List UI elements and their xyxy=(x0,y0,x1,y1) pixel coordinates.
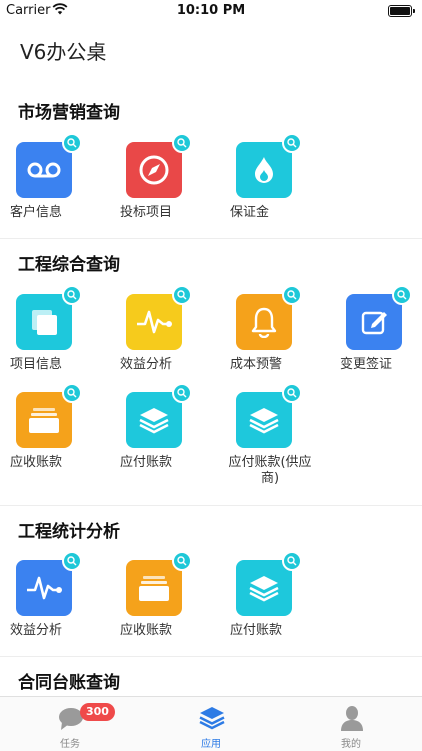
tile-change-visa[interactable]: 变更签证 xyxy=(340,285,422,384)
layers-icon xyxy=(236,392,292,448)
voicemail-icon xyxy=(16,142,72,198)
tile-customer-info[interactable]: 客户信息 xyxy=(10,133,120,232)
tile-label: 客户信息 xyxy=(10,205,63,220)
tab-label: 任务 xyxy=(60,739,80,750)
layers-icon xyxy=(236,560,292,616)
search-icon[interactable] xyxy=(282,551,302,571)
layers-icon xyxy=(126,392,182,448)
tile-label: 应收账款 xyxy=(120,623,173,638)
tile-stats-receivables[interactable]: 应收账款 xyxy=(120,551,230,650)
tab-tasks[interactable]: 300 任务 xyxy=(30,697,115,751)
app-title: V6办公桌 xyxy=(20,40,107,64)
section-title-engineering: 工程综合查询 xyxy=(18,255,120,275)
tile-bid-projects[interactable]: 投标项目 xyxy=(120,133,230,232)
flame-icon xyxy=(236,142,292,198)
divider xyxy=(0,505,422,506)
bell-icon xyxy=(236,294,292,350)
tile-stats-benefit[interactable]: 效益分析 xyxy=(10,551,120,650)
search-icon[interactable] xyxy=(62,133,82,153)
tile-label: 成本预警 xyxy=(230,357,283,372)
search-icon[interactable] xyxy=(62,551,82,571)
tile-label: 效益分析 xyxy=(10,623,63,638)
task-count-badge: 300 xyxy=(80,703,115,721)
tile-label: 效益分析 xyxy=(120,357,173,372)
tile-receivables[interactable]: 应收账款 xyxy=(10,383,120,482)
tile-label: 投标项目 xyxy=(120,205,173,220)
tile-label: 变更签证 xyxy=(340,357,393,372)
user-icon xyxy=(339,705,365,731)
status-bar: Carrier 10:10 PM xyxy=(0,0,422,22)
tile-stats-payables[interactable]: 应付账款 xyxy=(230,551,340,650)
tile-payables[interactable]: 应付账款 xyxy=(120,383,230,482)
folder-icon xyxy=(16,392,72,448)
divider xyxy=(0,656,422,657)
pulse-icon xyxy=(16,560,72,616)
tab-mine[interactable]: 我的 xyxy=(311,697,391,751)
tile-payables-supplier[interactable]: 应付账款(供应商) xyxy=(228,383,340,486)
battery-icon xyxy=(388,5,415,17)
search-icon[interactable] xyxy=(282,133,302,153)
search-icon[interactable] xyxy=(282,285,302,305)
tab-label: 我的 xyxy=(341,739,361,750)
section-title-stats: 工程统计分析 xyxy=(18,522,120,542)
search-icon[interactable] xyxy=(62,285,82,305)
tile-project-info[interactable]: 项目信息 xyxy=(10,285,120,384)
tile-label: 应收账款 xyxy=(10,455,63,470)
tile-deposit[interactable]: 保证金 xyxy=(230,133,340,232)
search-icon[interactable] xyxy=(172,285,192,305)
tab-label: 应用 xyxy=(201,739,221,750)
search-icon[interactable] xyxy=(172,383,192,403)
tile-label: 保证金 xyxy=(230,205,270,220)
section-title-market: 市场营销查询 xyxy=(18,103,120,123)
pulse-icon xyxy=(126,294,182,350)
tab-apps[interactable]: 应用 xyxy=(171,697,251,751)
tile-label: 应付账款(供应商) xyxy=(228,455,312,486)
layers-icon xyxy=(199,705,225,731)
tile-label: 项目信息 xyxy=(10,357,63,372)
tile-label: 应付账款 xyxy=(230,623,283,638)
section-title-contract: 合同台账查询 xyxy=(18,673,120,693)
folder-icon xyxy=(126,560,182,616)
copy-icon xyxy=(16,294,72,350)
search-icon[interactable] xyxy=(62,383,82,403)
edit-icon xyxy=(346,294,402,350)
tile-label: 应付账款 xyxy=(120,455,173,470)
tab-bar: 300 任务 应用 我的 xyxy=(0,696,422,751)
search-icon[interactable] xyxy=(172,133,192,153)
tile-benefit-analysis[interactable]: 效益分析 xyxy=(120,285,230,384)
tile-cost-warning[interactable]: 成本预警 xyxy=(230,285,340,384)
status-time: 10:10 PM xyxy=(176,3,246,18)
search-icon[interactable] xyxy=(172,551,192,571)
divider xyxy=(0,238,422,239)
search-icon[interactable] xyxy=(282,383,302,403)
compass-icon xyxy=(126,142,182,198)
search-icon[interactable] xyxy=(392,285,412,305)
